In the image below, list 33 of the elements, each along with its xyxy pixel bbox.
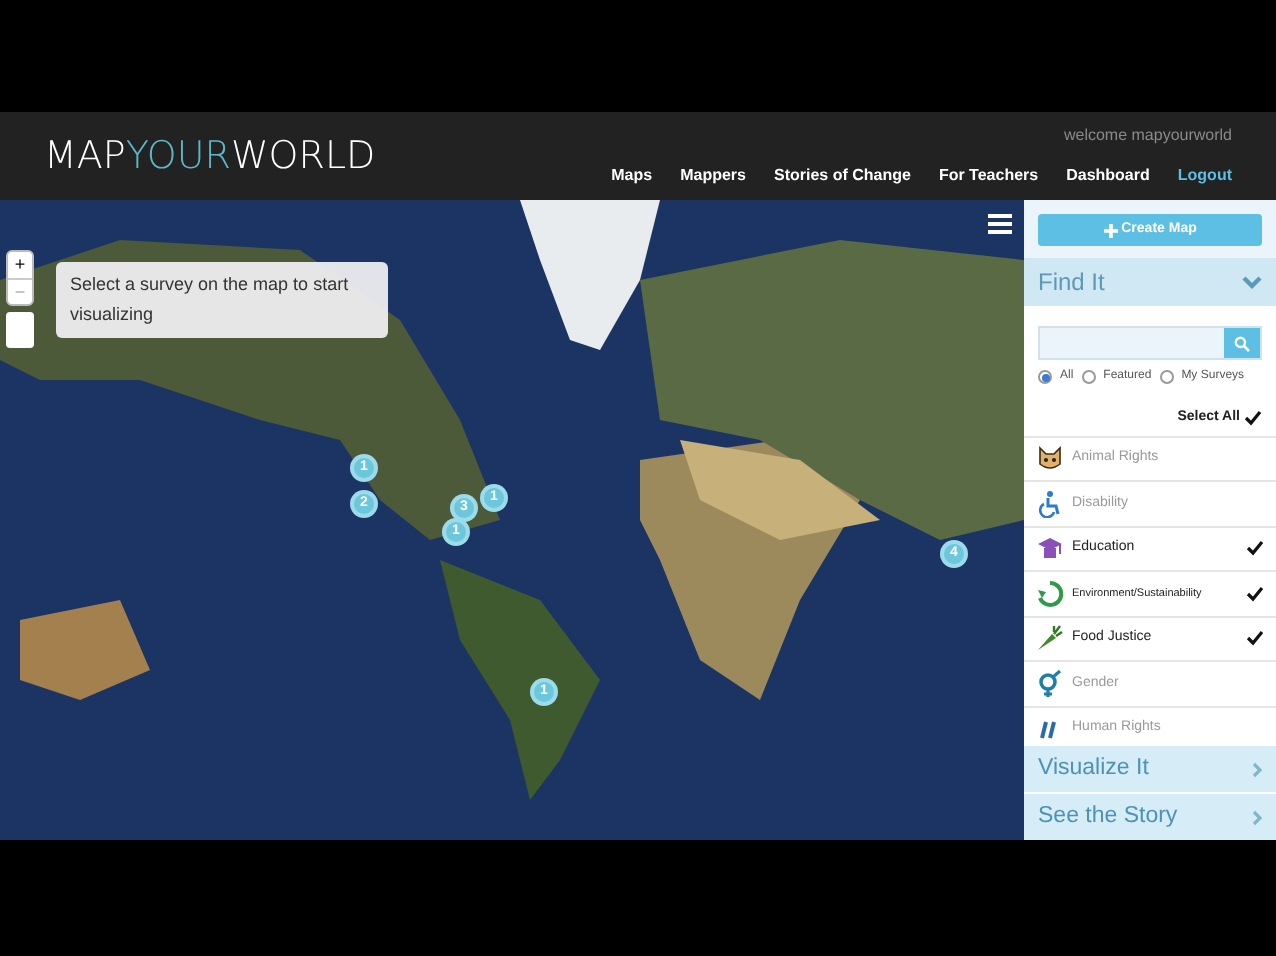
wheelchair-icon <box>1036 489 1064 518</box>
gender-symbol-icon <box>1036 669 1064 698</box>
zoom-in-button[interactable]: + <box>8 252 32 278</box>
nav-link[interactable]: Dashboard <box>1066 164 1150 188</box>
welcome-text: welcome mapyourworld <box>1063 124 1232 148</box>
menu-icon[interactable] <box>988 212 1012 236</box>
nav-link[interactable]: Maps <box>611 164 653 188</box>
carrot-icon <box>1036 624 1064 653</box>
section-tab[interactable]: See the Story <box>1024 792 1276 840</box>
checkmark-icon <box>1246 630 1264 647</box>
search-icon <box>1234 335 1250 351</box>
chevron-icon <box>1252 809 1262 825</box>
map-tooltip: Select a survey on the map to start visualizing <box>56 262 388 338</box>
checkmark-icon <box>1244 410 1262 427</box>
chevron-icon <box>1252 761 1262 777</box>
zoom-out-button[interactable]: − <box>8 278 32 304</box>
search-field[interactable] <box>1038 326 1262 360</box>
checkmark-icon <box>1246 585 1264 602</box>
nav-link[interactable]: For Teachers <box>938 164 1039 188</box>
graduation-cap-icon <box>1036 534 1064 563</box>
nav-link[interactable]: Logout <box>1177 164 1232 188</box>
radio-button[interactable] <box>1159 370 1174 384</box>
radio-button[interactable] <box>1038 370 1052 384</box>
nav-link[interactable]: Stories of Change <box>773 164 911 188</box>
section-tab[interactable]: Visualize It <box>1024 744 1276 792</box>
checkmark-icon <box>1246 540 1264 557</box>
cat-face-icon <box>1036 444 1064 473</box>
radio-button[interactable] <box>1081 370 1096 384</box>
nav-link[interactable]: Mappers <box>680 164 746 188</box>
recycle-icon <box>1036 579 1064 608</box>
find-it-header[interactable]: Find It <box>1024 258 1276 306</box>
site-logo[interactable]: MAPYOURWORLD <box>44 127 376 185</box>
plus-icon <box>1103 223 1118 237</box>
